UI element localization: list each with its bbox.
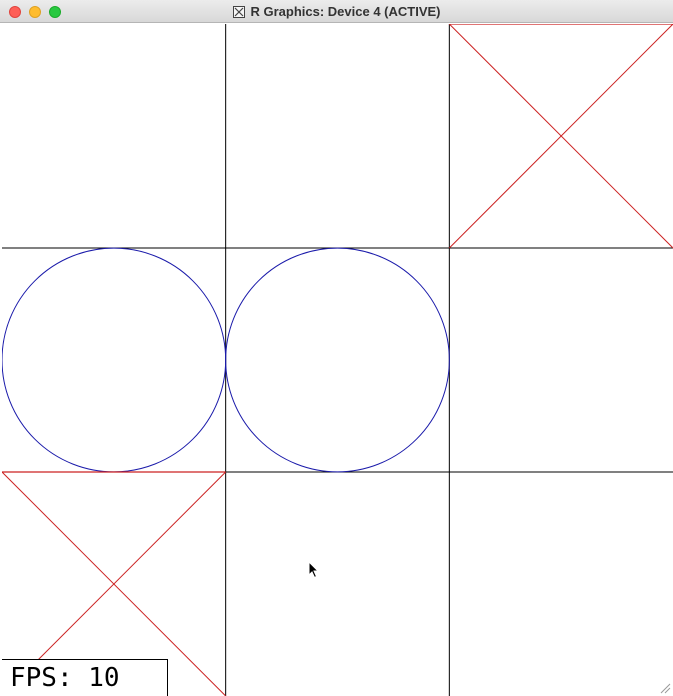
- x11-icon: [232, 5, 245, 18]
- fps-text: FPS: 10: [10, 663, 120, 693]
- mouse-cursor-icon: [308, 561, 320, 579]
- board-cell[interactable]: [2, 248, 226, 472]
- window-title: R Graphics: Device 4 (ACTIVE): [250, 4, 441, 19]
- resize-grip-icon[interactable]: [659, 682, 671, 694]
- board-cell[interactable]: [225, 472, 450, 696]
- board-cell[interactable]: [449, 248, 673, 472]
- board-cell[interactable]: [449, 472, 673, 696]
- fps-counter: FPS: 10: [2, 659, 168, 696]
- board-cell[interactable]: [2, 24, 226, 248]
- game-board[interactable]: [2, 24, 673, 696]
- board-cell[interactable]: [225, 24, 450, 248]
- r-graphics-window: R Graphics: Device 4 (ACTIVE) FPS: 10: [0, 0, 673, 696]
- board-cell[interactable]: [225, 248, 450, 472]
- title-bar[interactable]: R Graphics: Device 4 (ACTIVE): [0, 0, 673, 23]
- title-group: R Graphics: Device 4 (ACTIVE): [0, 0, 673, 23]
